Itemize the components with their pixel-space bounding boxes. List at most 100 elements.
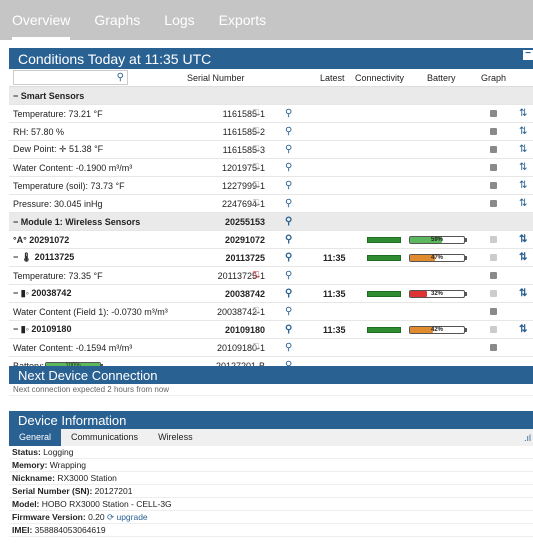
tab-graphs[interactable]: Graphs [82,0,152,40]
tab-exports[interactable]: Exports [207,0,278,40]
alarm-active-icon[interactable]: ⍂ [253,270,259,281]
graph-checkbox[interactable] [490,146,497,153]
row-name: − ▮◦ 20109180 [13,324,72,334]
wrench-icon[interactable]: ⚲ [285,180,292,191]
row-name: − 🌡 20113725 [13,252,75,262]
table-row: Water Content (Field 1): -0.0730 m³/m³ 20… [9,303,533,321]
sort-arrows-icon[interactable]: ⇅ [519,324,527,335]
info-label: IMEI: [12,525,33,535]
upgrade-link[interactable]: ⟳ upgrade [107,512,148,522]
alarm-icon[interactable]: ⍂ [253,342,259,353]
row-name: Temperature (soil): 73.73 °F [13,180,125,191]
wrench-icon[interactable]: ⚲ [285,126,292,137]
sort-arrows-icon[interactable]: ⇅ [519,234,527,245]
graph-checkbox[interactable] [490,200,497,207]
graph-checkbox[interactable] [490,182,497,189]
alarm-icon[interactable]: ⍂ [253,162,259,173]
tab-communications[interactable]: Communications [61,429,148,446]
alarm-icon[interactable]: ⍂ [253,198,259,209]
graph-checkbox[interactable] [490,344,497,351]
info-label: Memory: [12,460,48,470]
search-input[interactable]: ⚲ [13,70,128,85]
graph-checkbox[interactable] [490,236,497,243]
col-latest: Latest [320,72,345,83]
col-serial: Serial Number [187,72,245,83]
wrench-icon[interactable]: ⚲ [285,216,292,227]
wrench-icon[interactable]: ⚲ [285,162,292,173]
device-info-row: Serial Number (SN): 20127201 [9,485,533,498]
info-value: 358884053064619 [32,525,106,535]
wrench-icon[interactable]: ⚲ [285,252,292,263]
device-info-row: Status: Logging [9,446,533,459]
graph-checkbox[interactable] [490,254,497,261]
alarm-icon[interactable]: ⍂ [253,180,259,191]
sort-arrows-icon[interactable]: ⇅ [519,252,527,263]
sort-arrows-icon[interactable]: ⇅ [519,198,527,209]
info-label: Firmware Version: [12,512,86,522]
graph-checkbox[interactable] [490,290,497,297]
graph-checkbox[interactable] [490,110,497,117]
info-value: 0.20 [85,512,107,522]
alarm-icon[interactable]: ⍂ [253,126,259,137]
wrench-icon[interactable]: ⚲ [285,342,292,353]
graph-checkbox[interactable] [490,272,497,279]
wrench-icon[interactable]: ⚲ [285,288,292,299]
info-value: RX3000 Station [55,473,117,483]
column-header-row: ⚲ Serial Number Latest Connectivity Batt… [9,69,533,87]
collapse-button[interactable]: − [523,49,533,60]
col-connectivity: Connectivity [355,72,405,83]
tab-general[interactable]: General [9,429,62,446]
table-row: − ▮◦ 20109180 20109180 ⚲ 11:35 42% ⇅ [9,321,533,339]
row-name: Water Content: -0.1900 m³/m³ [13,162,133,173]
wrench-icon[interactable]: ⚲ [285,198,292,209]
col-battery: Battery [427,72,456,83]
graph-checkbox[interactable] [490,164,497,171]
sort-arrows-icon[interactable]: ⇅ [519,144,527,155]
device-info-title: Device Information [18,412,127,428]
next-connection-text: Next connection expected 2 hours from no… [9,384,533,396]
alarm-icon[interactable]: ⍂ [253,108,259,119]
table-row: Dew Point: ✛ 51.38 °F 1161585-3 ⍂ ⚲ ⇅ [9,141,533,159]
sort-arrows-icon[interactable]: ⇅ [519,162,527,173]
device-info-row: Firmware Version: 0.20 ⟳ upgrade [9,511,533,524]
info-value: Wrapping [47,460,87,470]
table-row: − Module 1: Wireless Sensors 20255153 ⚲ [9,213,533,231]
next-connection-header: Next Device Connection [9,366,533,384]
tab-wireless[interactable]: Wireless [148,429,203,446]
alarm-icon[interactable]: ⍂ [253,306,259,317]
tab-overview[interactable]: Overview [0,0,82,40]
row-name: Temperature: 73.35 °F [13,270,103,281]
graph-checkbox[interactable] [490,128,497,135]
info-label: Nickname: [12,473,55,483]
wrench-icon[interactable]: ⚲ [285,270,292,281]
sort-arrows-icon[interactable]: ⇅ [519,108,527,119]
graph-checkbox[interactable] [490,308,497,315]
conditions-header: Conditions Today at 11:35 UTC − [9,48,533,69]
info-label: Model: [12,499,40,509]
sort-arrows-icon[interactable]: ⇅ [519,126,527,137]
table-row: Temperature: 73.35 °F 20113725-1 ⍂ ⚲ [9,267,533,285]
wrench-icon[interactable]: ⚲ [285,324,292,335]
sort-arrows-icon[interactable]: ⇅ [519,288,527,299]
device-info-row: Model: HOBO RX3000 Station - CELL-3G [9,498,533,511]
graph-checkbox[interactable] [490,326,497,333]
wrench-icon[interactable]: ⚲ [285,108,292,119]
next-connection-title: Next Device Connection [18,367,158,383]
row-name: Water Content (Field 1): -0.0730 m³/m³ [13,306,168,317]
info-label: Serial Number (SN): [12,486,93,496]
alarm-icon[interactable]: ⍂ [253,144,259,155]
row-name: − Module 1: Wireless Sensors [13,216,141,227]
sort-arrows-icon[interactable]: ⇅ [519,180,527,191]
row-latest: 11:35 [323,288,346,299]
tab-logs[interactable]: Logs [152,0,206,40]
battery-bar: 32% [409,289,467,298]
table-row: − ▮◦ 20038742 20038742 ⚲ 11:35 32% ⇅ [9,285,533,303]
wrench-icon[interactable]: ⚲ [285,234,292,245]
connectivity-icon [367,236,401,243]
table-row: Water Content: -0.1900 m³/m³ 1201975-1 ⍂ ⚲ ⇅ [9,159,533,177]
wrench-icon[interactable]: ⚲ [285,144,292,155]
connectivity-icon [367,254,401,261]
device-info-row: Nickname: RX3000 Station [9,472,533,485]
wrench-icon[interactable]: ⚲ [285,306,292,317]
row-name: Temperature: 73.21 °F [13,108,103,119]
